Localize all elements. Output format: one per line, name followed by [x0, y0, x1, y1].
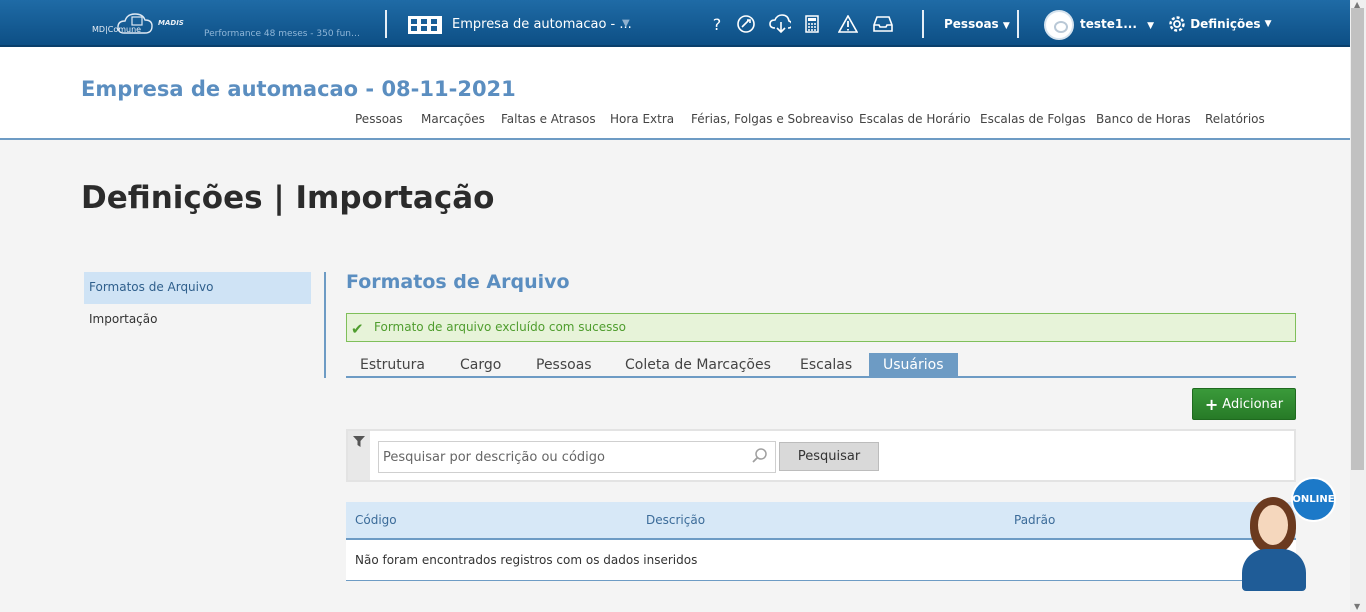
scrollbar-thumb[interactable]	[1351, 8, 1364, 470]
nav-item-pessoas[interactable]: Pessoas	[355, 112, 403, 126]
divider	[1017, 10, 1019, 38]
online-chat-widget[interactable]: ONLINE	[1238, 477, 1338, 597]
search-input[interactable]	[378, 441, 776, 473]
add-button-label: Adicionar	[1222, 396, 1284, 412]
plus-icon: +	[1204, 394, 1219, 414]
avatar[interactable]	[1044, 10, 1074, 40]
page-title: Definições | Importação	[81, 180, 495, 216]
column-header-descricao[interactable]: Descrição	[646, 513, 705, 527]
chevron-down-icon: ▼	[1264, 19, 1272, 29]
agent-body	[1242, 549, 1306, 591]
add-button[interactable]: + Adicionar	[1192, 388, 1296, 420]
divider	[922, 10, 924, 38]
sidebar-item-importacao[interactable]: Importação	[89, 312, 157, 326]
tabs-underline	[346, 376, 1296, 378]
chevron-down-icon: ▼	[1147, 21, 1155, 31]
tab-estrutura[interactable]: Estrutura	[346, 353, 439, 377]
company-title: Empresa de automacao - 08-11-2021	[81, 77, 516, 101]
section-title: Formatos de Arquivo	[346, 271, 570, 293]
nav-item-hora-extra[interactable]: Hora Extra	[610, 112, 674, 126]
filter-icon	[353, 436, 365, 447]
nav-item-escalas-folgas[interactable]: Escalas de Folgas	[980, 112, 1086, 126]
mdcomune-logo[interactable]: MD|Comune MADIS	[90, 11, 190, 39]
chevron-down-icon: ▼	[1002, 21, 1010, 31]
online-badge[interactable]: ONLINE	[1291, 477, 1336, 522]
logo-text-madis: MADIS	[158, 19, 184, 27]
rocket-icon[interactable]	[735, 13, 757, 35]
nav-item-escalas-horario[interactable]: Escalas de Horário	[859, 112, 971, 126]
search-button[interactable]: Pesquisar	[779, 442, 879, 471]
nav-item-ferias[interactable]: Férias, Folgas e Sobreaviso	[691, 112, 854, 126]
company-icon[interactable]	[408, 16, 442, 34]
pessoas-menu[interactable]: Pessoas ▼	[944, 17, 1010, 31]
help-icon[interactable]: ?	[706, 13, 728, 35]
user-menu[interactable]: teste1... ▼	[1080, 17, 1154, 31]
sidebar-divider	[324, 272, 326, 378]
search-icon[interactable]	[752, 448, 768, 468]
table-row: Não foram encontrados registros com os d…	[346, 540, 1296, 581]
chevron-down-icon[interactable]: ▼	[622, 18, 630, 29]
empty-message: Não foram encontrados registros com os d…	[355, 553, 698, 567]
nav-item-faltas-atrasos[interactable]: Faltas e Atrasos	[501, 112, 596, 126]
nav-item-relatorios[interactable]: Relatórios	[1205, 112, 1265, 126]
tab-cargo[interactable]: Cargo	[446, 353, 515, 377]
user-name: teste1...	[1080, 17, 1137, 31]
agent-face	[1258, 505, 1288, 545]
top-bar: MD|Comune MADIS Performance 48 meses - 3…	[0, 0, 1350, 47]
performance-info: Performance 48 meses - 350 funcion...	[204, 29, 364, 39]
sidebar-item-label[interactable]: Formatos de Arquivo	[89, 280, 213, 294]
inbox-icon[interactable]	[872, 13, 894, 35]
tab-usuarios[interactable]: Usuários	[869, 353, 958, 377]
company-selector[interactable]: Empresa de automacao - ...	[452, 17, 632, 32]
table-header: Código Descrição Padrão	[346, 502, 1296, 540]
column-header-padrao[interactable]: Padrão	[1014, 513, 1055, 527]
scroll-down-arrow-icon[interactable]: ▼	[1354, 602, 1360, 611]
calculator-icon[interactable]	[801, 13, 823, 35]
divider	[385, 10, 387, 38]
search-panel: Pesquisar	[346, 429, 1296, 482]
alert-message: Formato de arquivo excluído com sucesso	[374, 320, 626, 334]
filter-toggle[interactable]	[348, 431, 370, 480]
column-header-codigo[interactable]: Código	[355, 513, 397, 527]
warning-icon[interactable]	[837, 13, 859, 35]
settings-menu[interactable]: Definições ▼	[1168, 15, 1272, 33]
page-header: Empresa de automacao - 08-11-2021 Pessoa…	[0, 47, 1350, 140]
gear-icon	[1168, 16, 1190, 32]
nav-item-banco-horas[interactable]: Banco de Horas	[1096, 112, 1191, 126]
success-alert: ✔ Formato de arquivo excluído com sucess…	[346, 313, 1296, 342]
tab-escalas[interactable]: Escalas	[786, 353, 866, 377]
logo-text-mdcomune: MD|Comune	[92, 25, 142, 34]
check-icon: ✔	[351, 320, 364, 338]
nav-item-marcacoes[interactable]: Marcações	[421, 112, 485, 126]
tab-pessoas[interactable]: Pessoas	[522, 353, 606, 377]
cloud-download-icon[interactable]	[769, 13, 791, 35]
pessoas-menu-label: Pessoas	[944, 17, 999, 31]
settings-menu-label: Definições	[1190, 17, 1261, 31]
tab-coleta-marcacoes[interactable]: Coleta de Marcações	[611, 353, 785, 377]
